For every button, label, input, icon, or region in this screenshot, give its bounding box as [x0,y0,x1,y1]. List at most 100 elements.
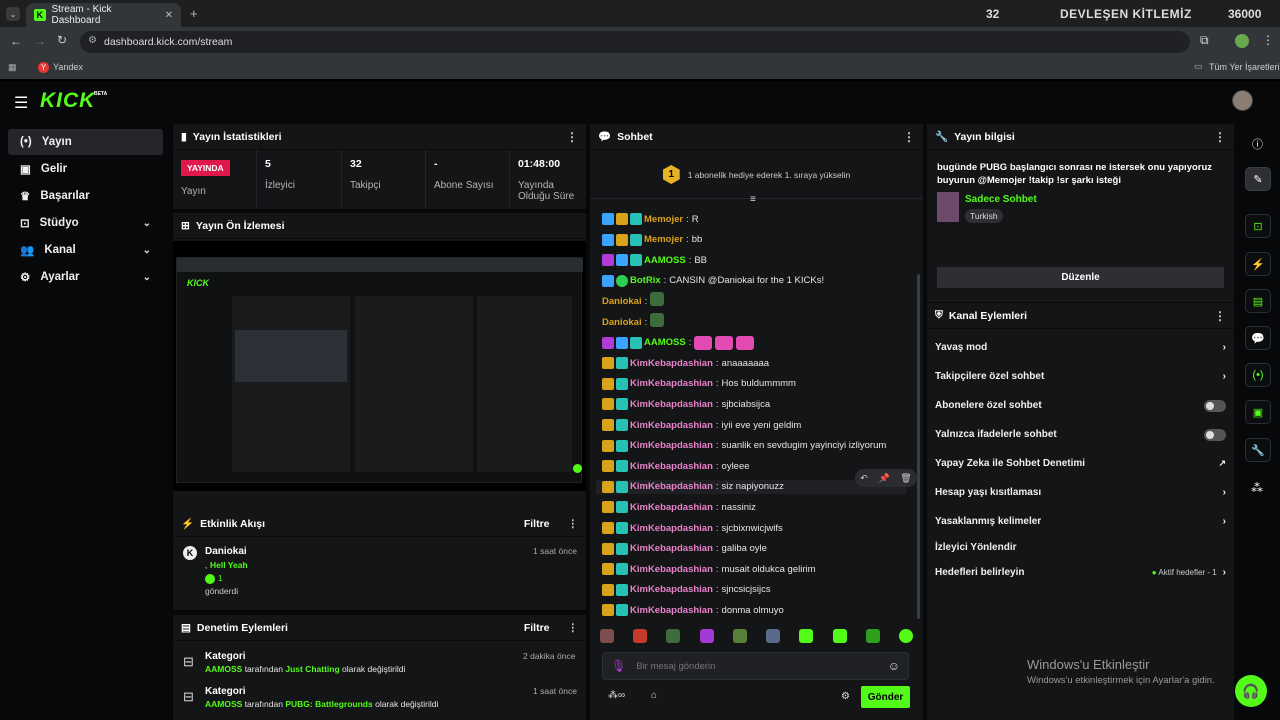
sidebar-item-yayin[interactable]: (•) Yayın [8,129,163,155]
extensions-icon[interactable]: ⧉ [1200,33,1209,48]
more-icon[interactable]: ⋮ [1214,130,1226,144]
chat-username[interactable]: Daniokai [602,296,642,307]
pin-icon[interactable]: 📌 [878,473,889,484]
chat-username[interactable]: KimKebapdashian [630,502,713,513]
support-headset-icon[interactable]: 🎧 [1235,675,1267,707]
more-icon[interactable]: ⋮ [903,130,915,144]
rail-edit-icon[interactable]: ✎ [1245,167,1271,191]
chat-message[interactable]: KimKebapdashian: nassiniz [602,500,756,514]
chat-message[interactable]: KimKebapdashian: musait oldukca gelirim [602,562,816,576]
chat-username[interactable]: KimKebapdashian [630,584,713,595]
profile-avatar[interactable] [1235,34,1249,48]
filter-button[interactable]: Filtre [524,622,550,634]
emote[interactable] [699,629,714,643]
action-banned-words[interactable]: Yasaklanmış kelimeler › [927,507,1234,536]
chat-message[interactable]: Memojer: R [602,212,699,226]
reply-icon[interactable]: ↶ [860,473,868,484]
chat-message[interactable]: KimKebapdashian: oyleee [602,459,750,473]
apps-grid-icon[interactable]: ▦ [8,62,17,73]
tab-close-icon[interactable]: ✕ [165,10,173,21]
emote[interactable] [865,629,880,643]
subscribers-only-toggle[interactable] [1204,399,1226,412]
kick-points-icon[interactable]: ⁂∞ [608,690,625,701]
bookmark-yandex[interactable]: Yandex [53,62,83,72]
action-goals[interactable]: Hedefleri belirleyin ● Aktif hedefler - 1… [927,558,1234,587]
chat-username[interactable]: Memojer [644,234,683,245]
chat-message[interactable]: KimKebapdashian: sjcbixnwicjwifs [602,521,783,535]
tab-search-icon[interactable]: ⌄ [6,7,20,21]
browser-menu-icon[interactable]: ⋮ [1262,33,1274,47]
chat-username[interactable]: KimKebapdashian [630,481,713,492]
sidebar-item-kanal[interactable]: 👥 Kanal ⌄ [8,237,163,263]
action-emotes-only[interactable]: Yalnızca ifadelerle sohbet [927,420,1234,449]
chat-message[interactable]: Daniokai: [602,313,665,329]
chat-message[interactable]: KimKebapdashian: sjncsicjsijcs [602,583,771,597]
rail-apps-icon[interactable]: ⁂ [1251,481,1263,495]
store-icon[interactable]: ⌂ [651,690,657,701]
rail-broadcast-icon[interactable]: (•) [1245,363,1271,387]
chat-message[interactable]: KimKebapdashian: suanlik en sevdugim yayi… [602,439,886,453]
new-tab-icon[interactable]: + [190,6,198,21]
chat-username[interactable]: KimKebapdashian [630,420,713,431]
action-followers-only[interactable]: Takipçilere özel sohbet › [927,362,1234,391]
chat-username[interactable]: AAMOSS [644,337,686,348]
emote[interactable] [633,629,648,643]
chat-scrollbar[interactable] [917,274,920,619]
rail-wrench-icon[interactable]: 🔧 [1245,438,1271,462]
stream-preview-video[interactable]: KICK [173,241,586,491]
action-account-age[interactable]: Hesap yaşı kısıtlaması › [927,478,1234,507]
sidebar-item-gelir[interactable]: ▣ Gelir [8,156,163,182]
chat-message-field[interactable] [636,660,878,672]
emotes-only-toggle[interactable] [1204,428,1226,441]
rail-clip-icon[interactable]: ⊡ [1245,214,1271,238]
site-info-icon[interactable]: ⚙ [88,35,97,46]
action-subscribers-only[interactable]: Abonelere özel sohbet [927,391,1234,420]
more-icon[interactable]: ⋮ [1214,309,1226,323]
browser-tab[interactable]: K Stream - Kick Dashboard ✕ [26,3,181,27]
user-avatar[interactable] [1232,90,1253,111]
chat-username[interactable]: KimKebapdashian [630,564,713,575]
forward-icon[interactable]: → [34,34,46,48]
chat-message[interactable]: AAMOSS: [602,335,757,350]
chat-input[interactable]: 🎙 ☺ [602,652,909,680]
chat-message[interactable]: KimKebapdashian: sjbciabsijca [602,397,770,411]
sidebar-item-studyo[interactable]: ⊡ Stüdyo ⌄ [8,210,163,236]
chat-message[interactable]: KimKebapdashian: iyii eve yeni geldim [602,418,801,432]
sidebar-item-ayarlar[interactable]: ⚙ Ayarlar ⌄ [8,264,163,290]
kick-logo[interactable]: KICK [40,89,95,113]
more-icon[interactable]: ⋮ [568,622,579,634]
menu-icon[interactable]: ☰ [14,93,28,113]
sidebar-item-basarilar[interactable]: ♛ Başarılar [8,183,163,209]
emote[interactable] [799,629,814,643]
rail-bolt-icon[interactable]: ⚡ [1245,252,1271,276]
rail-layout-icon[interactable]: ▣ [1245,400,1271,424]
action-ai-moderation[interactable]: Yapay Zeka ile Sohbet Denetimi ↗ [927,449,1234,478]
emote[interactable] [898,629,913,643]
emote[interactable] [732,629,747,643]
chat-message[interactable]: KimKebapdashian: Hos buldummmm [602,377,796,391]
chat-username[interactable]: KimKebapdashian [630,358,713,369]
more-icon[interactable]: ⋮ [566,130,578,144]
more-icon[interactable]: ⋮ [568,518,579,530]
emote[interactable] [766,629,781,643]
collapse-icon[interactable]: ≡ [750,194,756,205]
chat-username[interactable]: KimKebapdashian [630,523,713,534]
chat-username[interactable]: BotRix [630,275,661,286]
chat-username[interactable]: KimKebapdashian [630,543,713,554]
chat-message[interactable]: BotRix: CANSIN @Daniokai for the 1 KICKs! [602,274,824,288]
action-host-viewers[interactable]: İzleyici Yönlendir [927,536,1234,558]
chat-username[interactable]: KimKebapdashian [630,605,713,616]
chat-username[interactable]: KimKebapdashian [630,399,713,410]
back-icon[interactable]: ← [10,34,22,48]
chat-message[interactable]: AAMOSS: BB [602,253,707,267]
url-field[interactable]: ⚙ dashboard.kick.com/stream [80,31,1190,53]
chat-message[interactable]: Memojer: bb [602,233,702,247]
send-button[interactable]: Gönder [861,686,910,708]
rail-notes-icon[interactable]: ▤ [1245,289,1271,313]
chat-message[interactable]: KimKebapdashian: donma olmuyo [602,603,784,617]
info-icon[interactable]: ⓘ [1252,136,1263,152]
chat-username[interactable]: KimKebapdashian [630,461,713,472]
emote[interactable] [832,629,847,643]
rail-chat-icon[interactable]: 💬 [1245,326,1271,350]
reload-icon[interactable]: ↻ [57,33,67,47]
